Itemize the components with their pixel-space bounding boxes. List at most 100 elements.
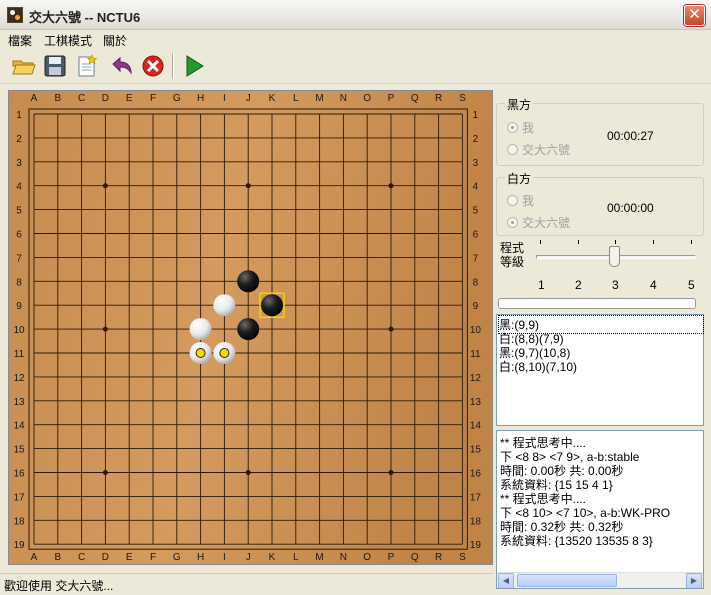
- white-stone: [213, 294, 236, 317]
- column-label: K: [269, 93, 276, 104]
- white-player-group: 白方 我 交大六號 00:00:00: [496, 170, 704, 236]
- column-label: N: [340, 552, 347, 563]
- column-label: M: [315, 552, 323, 563]
- column-label: L: [293, 93, 299, 104]
- title-bar: 交大六號 -- NCTU6 ✕: [0, 0, 711, 30]
- delete-x-icon[interactable]: [139, 52, 167, 80]
- star-point: [388, 183, 394, 189]
- row-label: 4: [16, 182, 22, 193]
- slider-tick: [615, 240, 616, 244]
- toolbar: [0, 49, 711, 84]
- open-folder-icon[interactable]: [10, 52, 38, 80]
- scroll-right-icon[interactable]: ▶: [686, 573, 702, 588]
- row-label: 18: [470, 516, 482, 527]
- level-slider-thumb[interactable]: [609, 246, 620, 267]
- menu-file[interactable]: 檔案: [8, 32, 32, 49]
- black-option-ai: 交大六號: [507, 141, 570, 158]
- column-label: D: [102, 93, 109, 104]
- column-label: H: [197, 93, 204, 104]
- row-label: 9: [473, 301, 479, 312]
- close-button[interactable]: ✕: [684, 5, 705, 26]
- row-label: 1: [473, 110, 479, 121]
- black-stone: [261, 294, 283, 317]
- row-label: 16: [470, 469, 482, 480]
- slider-tick-label: 5: [688, 278, 695, 292]
- slider-tick-label: 4: [650, 278, 657, 292]
- radio-button: [507, 122, 518, 133]
- row-label: 12: [470, 373, 482, 384]
- slider-tick: [691, 240, 692, 244]
- column-label: K: [269, 552, 276, 563]
- white-stone: [189, 318, 212, 341]
- level-label-line1: 程式: [500, 241, 525, 255]
- column-label: P: [388, 552, 395, 563]
- row-label: 1: [16, 110, 22, 121]
- star-point: [245, 183, 251, 189]
- status-bar: 歡迎使用 交大六號...: [0, 573, 494, 595]
- scroll-thumb[interactable]: [517, 574, 617, 587]
- column-label: H: [197, 552, 204, 563]
- toolbar-separator: [172, 53, 174, 79]
- row-label: 15: [13, 445, 25, 456]
- row-label: 3: [473, 158, 479, 169]
- row-label: 11: [14, 349, 25, 360]
- play-icon[interactable]: [180, 52, 208, 80]
- radio-button: [507, 217, 518, 228]
- star-point: [102, 183, 108, 189]
- black-option-me: 我: [507, 119, 534, 136]
- row-label: 19: [470, 540, 482, 551]
- board-canvas[interactable]: AA1 1BB2 2CC3 3DD4 4EE5 5FF6 6GG7 7HH8 8II9 9JJ10…: [9, 91, 492, 564]
- column-label: A: [31, 552, 38, 563]
- horizontal-scrollbar[interactable]: ◀ ▶: [497, 572, 703, 588]
- star-point: [388, 326, 394, 332]
- moves-list[interactable]: 黑:(9,9) 白:(8,8)(7,9) 黑:(9,7)(10,8) 白:(8,…: [496, 314, 704, 426]
- engine-log[interactable]: ** 程式思考中.... 下 <8 8> <7 9>, a-b:stable 時…: [496, 430, 704, 589]
- menu-mode[interactable]: 工棋模式: [44, 32, 92, 49]
- save-disk-icon[interactable]: [41, 52, 69, 80]
- undo-arrow-icon[interactable]: [108, 52, 136, 80]
- column-label: I: [223, 552, 226, 563]
- white-option-me: 我: [507, 192, 534, 209]
- column-label: R: [435, 552, 442, 563]
- star-point: [245, 470, 251, 475]
- star-point: [388, 470, 394, 475]
- scroll-left-icon[interactable]: ◀: [498, 573, 514, 588]
- app-icon: [7, 7, 23, 23]
- row-label: 19: [13, 540, 25, 551]
- row-label: 13: [13, 397, 25, 408]
- move-marker: [219, 348, 230, 358]
- row-label: 13: [470, 397, 482, 408]
- row-label: 6: [473, 230, 479, 241]
- column-label: D: [102, 552, 109, 563]
- move-marker: [195, 348, 206, 358]
- list-item[interactable]: 白:(8,10)(7,10): [499, 358, 577, 375]
- row-label: 9: [16, 301, 22, 312]
- column-label: G: [173, 93, 181, 104]
- status-text: 歡迎使用 交大六號...: [4, 579, 114, 593]
- column-label: O: [363, 552, 371, 563]
- column-label: M: [315, 93, 323, 104]
- column-label: J: [246, 552, 251, 563]
- row-label: 2: [473, 134, 479, 145]
- game-board[interactable]: A A 1 1 B B 2 2 C C 3 3 D D 4 4 E E 5 5 F F 6 6 G G 7 7 H H 8 8 I I 9 9 J J 10…: [8, 90, 493, 565]
- row-label: 14: [470, 421, 482, 432]
- column-label: O: [363, 93, 371, 104]
- row-label: 11: [470, 349, 481, 360]
- slider-tick: [653, 240, 654, 244]
- slider-tick-label: 2: [575, 278, 582, 292]
- menu-about[interactable]: 關於: [103, 32, 127, 49]
- column-label: C: [78, 552, 85, 563]
- row-label: 14: [13, 421, 25, 432]
- black-stone: [237, 318, 260, 341]
- thinking-progress-bar: [498, 298, 696, 309]
- row-label: 16: [13, 469, 25, 480]
- column-label: L: [293, 552, 299, 563]
- new-document-icon[interactable]: [72, 52, 100, 80]
- black-player-label: 黑方: [505, 96, 534, 113]
- row-label: 8: [473, 277, 479, 288]
- row-label: 6: [16, 230, 22, 241]
- level-label-line2: 等級: [500, 255, 525, 269]
- slider-tick-label: 1: [538, 278, 545, 292]
- row-label: 3: [16, 158, 22, 169]
- column-label: C: [78, 93, 85, 104]
